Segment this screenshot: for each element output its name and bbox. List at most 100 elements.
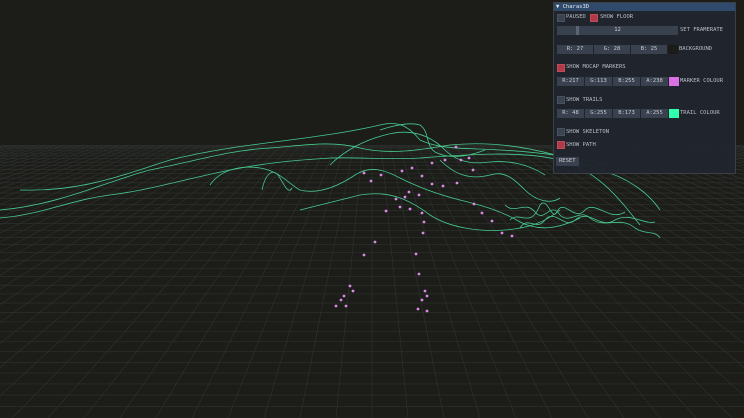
- mocap-marker: [408, 207, 412, 211]
- marker-colour-label: MARKER COLOUR: [680, 78, 724, 84]
- show-trails-label: SHOW TRAILS: [566, 97, 603, 103]
- mocap-marker: [422, 220, 426, 224]
- mocap-marker: [407, 190, 411, 194]
- grid-line: [398, 144, 481, 418]
- background-r-field[interactable]: R: 27: [557, 45, 593, 54]
- mocap-marker: [472, 202, 476, 206]
- mocap-marker: [414, 252, 418, 256]
- mocap-marker: [362, 253, 366, 257]
- show-mocap-markers-checkbox[interactable]: [557, 64, 565, 72]
- background-b-field[interactable]: B: 25: [631, 45, 667, 54]
- grid-line: [0, 144, 103, 180]
- mocap-marker: [342, 294, 346, 298]
- grid-line: [668, 144, 744, 169]
- mocap-marker: [441, 184, 445, 188]
- grid-line: [0, 144, 76, 169]
- grid-line: [0, 144, 31, 154]
- show-trails-checkbox[interactable]: [557, 96, 565, 104]
- grid-line: [560, 144, 744, 234]
- mocap-marker: [420, 298, 424, 302]
- grid-line: [263, 144, 346, 418]
- framerate-slider[interactable]: 12: [557, 26, 678, 35]
- background-swatch[interactable]: [668, 45, 678, 54]
- mocap-marker: [490, 219, 494, 223]
- mocap-marker: [417, 193, 421, 197]
- paused-label: PAUSED: [566, 14, 586, 20]
- show-floor-checkbox[interactable]: [590, 14, 598, 22]
- trail-g-field[interactable]: G:255: [585, 109, 612, 118]
- grid-line: [713, 144, 744, 154]
- grid-line: [506, 144, 744, 306]
- marker-b-field[interactable]: B:255: [613, 77, 640, 86]
- mocap-marker: [339, 298, 343, 302]
- grid-line: [380, 144, 409, 418]
- show-skeleton-label: SHOW SKELETON: [566, 129, 610, 135]
- mocap-marker: [362, 171, 366, 175]
- grid-line: [0, 144, 130, 194]
- grid-line: [686, 144, 744, 162]
- grid-line: [0, 144, 175, 226]
- grid-line: [335, 144, 364, 418]
- trail-colour-swatch[interactable]: [669, 109, 679, 118]
- trail-line: [509, 202, 626, 221]
- grid-line: [0, 144, 22, 151]
- grid-line: [191, 144, 328, 418]
- grid-line: [299, 144, 355, 418]
- grid-line: [0, 144, 247, 324]
- paused-checkbox[interactable]: [557, 14, 565, 22]
- grid-line: [569, 144, 744, 226]
- background-g-field[interactable]: G: 28: [594, 45, 630, 54]
- grid-line: [0, 144, 211, 264]
- mocap-marker: [394, 197, 398, 201]
- trail-b-field[interactable]: B:173: [613, 109, 640, 118]
- grid-line: [479, 144, 744, 368]
- reset-button[interactable]: RESET: [556, 157, 579, 166]
- mocap-marker: [420, 174, 424, 178]
- grid-line: [587, 144, 744, 212]
- grid-line: [542, 144, 744, 253]
- grid-line: [578, 144, 744, 218]
- marker-r-field[interactable]: R:217: [557, 77, 584, 86]
- grid-line: [0, 144, 112, 185]
- grid-line: [11, 144, 283, 418]
- mocap-marker: [420, 211, 424, 215]
- mocap-marker: [403, 195, 407, 199]
- marker-colour-swatch[interactable]: [669, 77, 679, 86]
- grid-line: [614, 144, 744, 194]
- floor-grid: [0, 144, 744, 418]
- mocap-marker: [351, 289, 355, 293]
- show-path-checkbox[interactable]: [557, 141, 565, 149]
- framerate-slider-grab[interactable]: [576, 26, 579, 35]
- mocap-marker: [344, 304, 348, 308]
- grid-line: [0, 144, 148, 205]
- mocap-marker: [471, 168, 475, 172]
- charas3d-panel[interactable]: ▼ Charas3D PAUSED SHOW FLOOR 12 SET FRAM…: [553, 2, 736, 174]
- mocap-marker: [348, 284, 352, 288]
- grid-line: [0, 144, 238, 306]
- grid-line: [0, 144, 265, 368]
- grid-line: [0, 144, 184, 234]
- mocap-marker: [400, 169, 404, 173]
- trail-line: [299, 193, 561, 231]
- grid-line: [0, 144, 166, 218]
- grid-line: [0, 144, 256, 344]
- show-skeleton-checkbox[interactable]: [557, 128, 565, 136]
- marker-a-field[interactable]: A:238: [641, 77, 668, 86]
- show-floor-label: SHOW FLOOR: [600, 14, 634, 20]
- mocap-marker: [384, 209, 388, 213]
- mocap-marker: [430, 161, 434, 165]
- framerate-value: 12: [614, 27, 621, 33]
- mocap-marker: [430, 182, 434, 186]
- grid-line: [443, 144, 661, 418]
- trail-r-field[interactable]: R: 48: [557, 109, 584, 118]
- mocap-marker: [416, 307, 420, 311]
- grid-line: [0, 144, 58, 162]
- grid-line: [227, 144, 337, 418]
- panel-title[interactable]: ▼ Charas3D: [554, 3, 735, 11]
- grid-line: [119, 144, 310, 418]
- marker-g-field[interactable]: G:113: [585, 77, 612, 86]
- mocap-marker: [379, 173, 383, 177]
- trail-a-field[interactable]: A:255: [641, 109, 668, 118]
- set-framerate-label: SET FRAMERATE: [680, 27, 724, 33]
- mocap-marker: [454, 145, 458, 149]
